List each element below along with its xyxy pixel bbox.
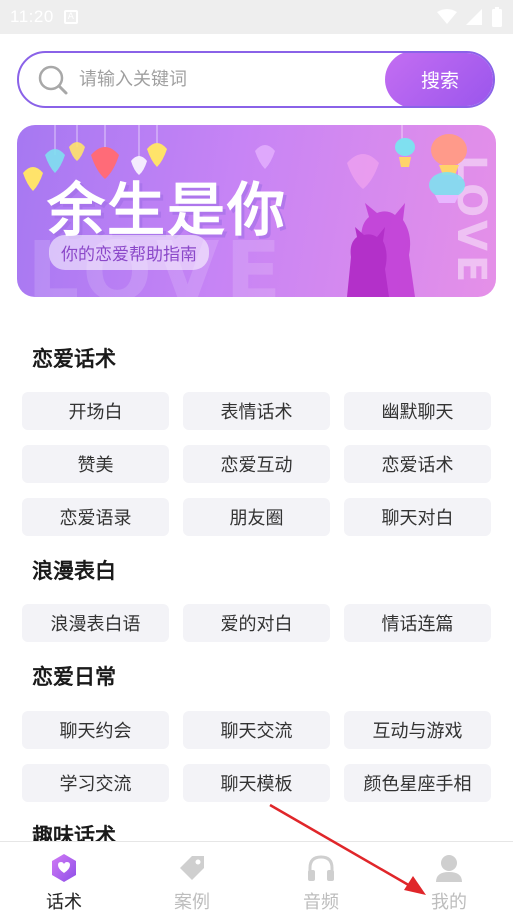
chip-item[interactable]: 聊天交流	[183, 711, 330, 749]
status-bar: 11:20 A	[0, 0, 513, 34]
chip-item[interactable]: 情话连篇	[344, 604, 491, 642]
chip-item[interactable]: 聊天约会	[22, 711, 169, 749]
tag-icon	[180, 856, 204, 880]
nav-label-mine: 我的	[431, 892, 467, 913]
chip-item[interactable]: 浪漫表白语	[22, 604, 169, 642]
chip-item[interactable]: 颜色星座手相	[344, 764, 491, 802]
chat-hexagon-icon	[52, 854, 76, 882]
nav-label-talk: 话术	[46, 892, 82, 913]
search-button[interactable]: 搜索	[385, 53, 493, 106]
signal-icon	[466, 9, 482, 25]
promo-banner[interactable]: LOVE LOVE 余生是你 你的恋爱帮助指南	[17, 125, 496, 297]
wifi-icon	[437, 9, 457, 24]
chip-item[interactable]: 恋爱话术	[344, 445, 491, 483]
section-title-love-daily: 恋爱日常	[32, 665, 116, 689]
bottom-nav: 话术 案例 音频 我的	[0, 841, 513, 913]
chip-item[interactable]: 表情话术	[183, 392, 330, 430]
section-title-romantic-confession: 浪漫表白	[32, 559, 116, 583]
banner-subtitle: 你的恋爱帮助指南	[49, 235, 209, 270]
user-icon	[436, 855, 462, 882]
chip-item[interactable]: 聊天模板	[183, 764, 330, 802]
chip-item[interactable]: 互动与游戏	[344, 711, 491, 749]
nav-item-cases[interactable]: 案例	[142, 842, 242, 913]
chip-item[interactable]: 聊天对白	[344, 498, 491, 536]
chip-item[interactable]: 恋爱互动	[183, 445, 330, 483]
nav-item-mine[interactable]: 我的	[399, 842, 499, 913]
status-time: 11:20	[10, 7, 54, 26]
search-bar: 搜索	[17, 51, 495, 108]
chip-item[interactable]: 开场白	[22, 392, 169, 430]
nav-item-audio[interactable]: 音频	[271, 842, 371, 913]
section-title-love-talk: 恋爱话术	[32, 347, 116, 371]
headphones-icon	[308, 855, 334, 881]
battery-icon	[492, 7, 502, 27]
chip-item[interactable]: 学习交流	[22, 764, 169, 802]
chip-item[interactable]: 赞美	[22, 445, 169, 483]
nav-label-audio: 音频	[303, 892, 339, 913]
chip-item[interactable]: 朋友圈	[183, 498, 330, 536]
nav-label-cases: 案例	[174, 892, 210, 913]
nav-item-talk[interactable]: 话术	[14, 842, 114, 913]
a-notification-icon: A	[63, 10, 78, 24]
chip-item[interactable]: 幽默聊天	[344, 392, 491, 430]
search-icon	[38, 65, 68, 94]
chip-item[interactable]: 恋爱语录	[22, 498, 169, 536]
chip-item[interactable]: 爱的对白	[183, 604, 330, 642]
